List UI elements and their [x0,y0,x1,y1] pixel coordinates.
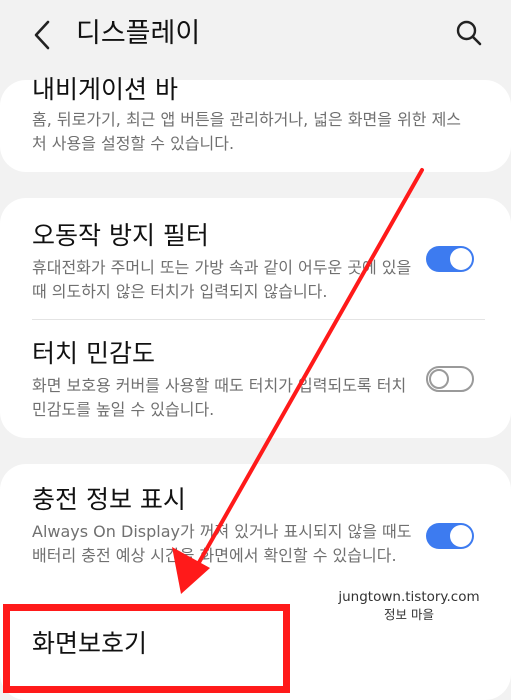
divider [32,319,485,320]
top-bar: 디스플레이 [0,0,511,70]
watermark: jungtown.tistory.com 정보 마을 [334,588,484,624]
watermark-url: jungtown.tistory.com [338,589,480,605]
toggle-knob [450,525,472,547]
touch-sensitivity-toggle[interactable] [426,366,474,392]
charging-info-title[interactable]: 충전 정보 표시 [32,484,186,516]
setting-card-touch: 오동작 방지 필터 휴대전화가 주머니 또는 가방 속과 같이 어두운 곳에 있… [0,198,511,438]
accidental-touch-description: 휴대전화가 주머니 또는 가방 속과 같이 어두운 곳에 있을 때 의도하지 않… [32,258,412,301]
toggle-knob [450,248,472,270]
charging-info-toggle[interactable] [426,523,474,549]
charging-info-description: Always On Display가 꺼져 있거나 표시되지 않을 때도 배터리… [32,522,412,565]
search-icon[interactable] [454,18,484,48]
navigation-bar-description: 홈, 뒤로가기, 최근 앱 버튼을 관리하거나, 넓은 화면을 위한 제스처 사… [32,110,462,153]
watermark-label: 정보 마을 [384,607,434,622]
toggle-knob [429,369,449,389]
navigation-bar-title[interactable]: 내비게이션 바 [32,74,178,106]
accidental-touch-title[interactable]: 오동작 방지 필터 [32,220,209,252]
page-title: 디스플레이 [76,18,201,49]
setting-card-navigation: 내비게이션 바 홈, 뒤로가기, 최근 앱 버튼을 관리하거나, 넓은 화면을 … [0,75,511,172]
highlight-box [3,604,290,693]
touch-sensitivity-title[interactable]: 터치 민감도 [32,338,155,370]
touch-sensitivity-description: 화면 보호용 커버를 사용할 때도 터치가 입력되도록 터치 민감도를 높일 수… [32,376,407,419]
accidental-touch-toggle[interactable] [426,246,474,272]
back-arrow-icon[interactable] [30,18,58,52]
